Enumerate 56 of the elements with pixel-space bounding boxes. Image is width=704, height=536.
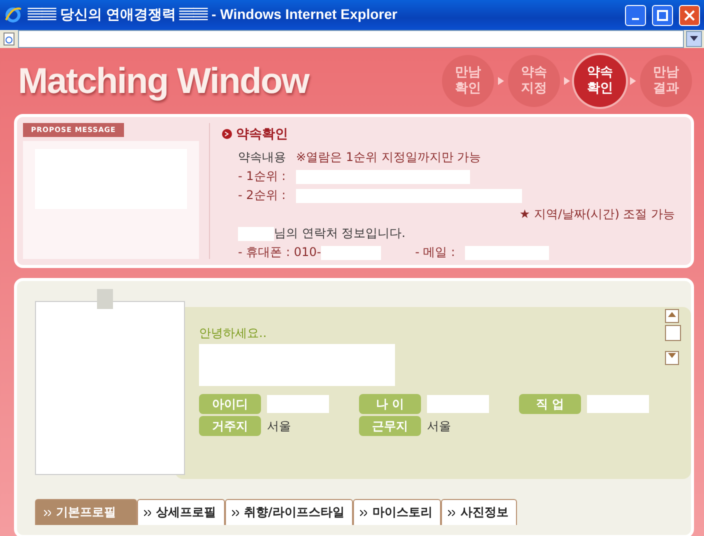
field-label: 근무지 xyxy=(359,416,421,436)
field-value: 서울 xyxy=(267,418,291,434)
phone-value xyxy=(321,246,382,260)
greeting-text: 안녕하세요.. xyxy=(199,326,267,340)
close-icon xyxy=(684,10,695,20)
field-value xyxy=(427,395,489,413)
field-value: 서울 xyxy=(427,418,451,434)
chevron-icon xyxy=(448,510,456,516)
chevron-icon xyxy=(44,510,51,516)
chevron-icon xyxy=(498,77,504,85)
content-note: ※열람은 1순위 지정일까지만 가능 xyxy=(296,149,482,166)
chevron-icon xyxy=(564,77,570,85)
browser-icon xyxy=(4,6,22,24)
field-value xyxy=(587,395,649,413)
email-label: - 메일 : xyxy=(415,244,456,261)
tape-strip xyxy=(97,289,113,309)
second-choice-label: - 2순위 : xyxy=(238,187,286,204)
field-label: 나 이 xyxy=(359,394,421,414)
page-icon xyxy=(2,32,16,46)
step-button[interactable]: 약속 확인 xyxy=(574,55,626,107)
dropdown-button[interactable] xyxy=(686,31,702,47)
field-label: 거주지 xyxy=(199,416,261,436)
name-value xyxy=(238,226,274,240)
scroll-thumb[interactable] xyxy=(665,325,681,341)
minimize-button[interactable] xyxy=(625,4,646,26)
maximize-button[interactable] xyxy=(652,4,673,26)
section-heading: 약속확인 xyxy=(236,126,288,143)
chevron-icon xyxy=(144,510,151,516)
chevron-icon xyxy=(360,510,368,516)
field-value xyxy=(267,395,329,413)
profile-tab[interactable]: 사진정보 xyxy=(441,499,518,525)
profile-tab[interactable]: 마이스토리 xyxy=(353,499,442,525)
bullet-icon xyxy=(222,129,232,139)
scroll-up-button[interactable] xyxy=(665,309,679,323)
up-arrow-icon xyxy=(668,311,676,317)
scroll-down-button[interactable] xyxy=(665,351,679,365)
profile-tab[interactable]: 상세프로필 xyxy=(137,499,225,525)
phone-label: - 휴대폰 : 010- xyxy=(238,244,322,261)
close-button[interactable] xyxy=(679,4,700,26)
content-label: 약속내용 xyxy=(238,149,286,166)
window-title: ▤▤ 당신의 연애경쟁력 ▤▤ - Windows Internet Explorer xyxy=(28,6,398,24)
chevron-icon xyxy=(630,77,636,85)
field-label: 직 업 xyxy=(519,394,581,414)
first-choice-label: - 1순위 : xyxy=(238,168,286,185)
field-label: 아이디 xyxy=(199,394,261,414)
maximize-icon xyxy=(657,10,668,20)
down-arrow-icon xyxy=(668,353,676,359)
address-field[interactable] xyxy=(18,30,684,48)
adjust-note: ★ 지역/날짜(시간) 조절 가능 xyxy=(519,206,675,223)
caret-icon xyxy=(690,36,698,42)
profile-tab[interactable]: 기본프로필 xyxy=(35,499,137,525)
page-logo: Matching Window xyxy=(18,60,309,102)
minimize-icon xyxy=(632,18,639,20)
contact-info-text: 님의 연락처 정보입니다. xyxy=(274,225,406,242)
chevron-icon xyxy=(232,510,239,516)
profile-tab[interactable]: 취향/라이프스타일 xyxy=(225,499,354,525)
